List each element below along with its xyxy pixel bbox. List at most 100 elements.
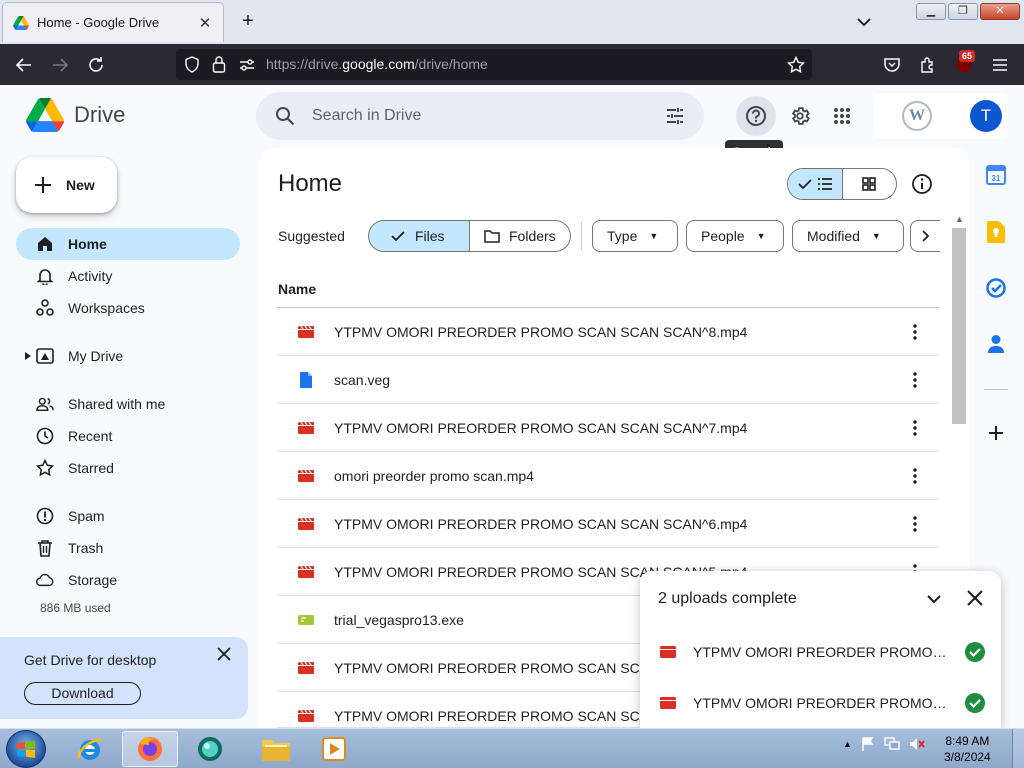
sidebar-item-trash[interactable]: Trash bbox=[16, 532, 240, 564]
search-options-icon[interactable] bbox=[665, 106, 685, 126]
url-domain: google.com bbox=[342, 56, 415, 72]
modified-filter-chip[interactable]: Modified ▼ bbox=[792, 220, 904, 252]
calendar-app-icon[interactable]: 31 bbox=[984, 163, 1008, 187]
file-name[interactable]: YTPMV OMORI PREORDER PROMO SCAN SCAN SCA… bbox=[334, 516, 747, 532]
more-options-icon[interactable] bbox=[913, 468, 917, 484]
menu-hamburger-icon[interactable] bbox=[989, 54, 1011, 76]
site-permissions-icon[interactable] bbox=[239, 57, 255, 73]
close-window-button[interactable]: ✕ bbox=[980, 3, 1020, 20]
taskbar-clock[interactable]: 8:49 AM 3/8/2024 bbox=[944, 733, 991, 765]
table-row[interactable]: YTPMV OMORI PREORDER PROMO SCAN SCAN SCA… bbox=[277, 308, 939, 356]
extensions-puzzle-icon[interactable] bbox=[917, 54, 939, 76]
back-arrow-icon[interactable] bbox=[13, 54, 35, 76]
volume-muted-icon[interactable] bbox=[909, 737, 925, 751]
sidebar-item-storage[interactable]: Storage bbox=[16, 564, 240, 596]
tracking-protection-shield-icon[interactable] bbox=[184, 56, 200, 73]
forward-arrow-icon[interactable] bbox=[49, 54, 71, 76]
upload-file-name: YTPMV OMORI PREORDER PROMO SC... bbox=[693, 644, 947, 660]
more-options-icon[interactable] bbox=[913, 324, 917, 340]
view-toggle[interactable] bbox=[787, 168, 897, 200]
info-icon[interactable] bbox=[910, 172, 934, 196]
grid-view-button[interactable] bbox=[843, 169, 897, 199]
pocket-icon[interactable] bbox=[881, 54, 903, 76]
files-filter-chip[interactable]: Files bbox=[368, 220, 470, 252]
search-icon[interactable] bbox=[275, 106, 295, 126]
maximize-button[interactable]: ❐ bbox=[948, 3, 978, 20]
file-name[interactable]: omori preorder promo scan.mp4 bbox=[334, 468, 534, 484]
taskbar-internet-explorer[interactable] bbox=[62, 731, 118, 767]
taskbar-app[interactable] bbox=[182, 731, 238, 767]
contacts-app-icon[interactable] bbox=[984, 332, 1008, 356]
search-input[interactable] bbox=[312, 104, 642, 128]
lock-icon[interactable] bbox=[212, 55, 226, 73]
bookmark-star-icon[interactable] bbox=[787, 56, 805, 74]
taskbar-media-player[interactable] bbox=[306, 731, 362, 767]
browser-tab[interactable]: Home - Google Drive ✕ bbox=[2, 2, 224, 42]
table-row[interactable]: omori preorder promo scan.mp4 bbox=[277, 452, 939, 500]
type-filter-chip[interactable]: Type ▼ bbox=[592, 220, 678, 252]
scrollbar-thumb[interactable] bbox=[952, 228, 966, 424]
close-icon[interactable] bbox=[217, 647, 231, 661]
sidebar-item-label: Home bbox=[68, 236, 107, 252]
tasks-app-icon[interactable] bbox=[984, 276, 1008, 300]
action-center-flag-icon[interactable] bbox=[861, 737, 875, 751]
file-name[interactable]: scan.veg bbox=[334, 372, 390, 388]
table-row[interactable]: scan.veg bbox=[277, 356, 939, 404]
new-button[interactable]: New bbox=[16, 157, 117, 213]
more-options-icon[interactable] bbox=[913, 420, 917, 436]
keep-app-icon[interactable] bbox=[984, 220, 1008, 244]
chevron-down-icon[interactable] bbox=[926, 591, 942, 607]
tab-close-button[interactable]: ✕ bbox=[197, 14, 213, 32]
storage-used-text: 886 MB used bbox=[40, 601, 111, 615]
start-button[interactable] bbox=[6, 730, 46, 768]
support-button[interactable] bbox=[736, 96, 776, 136]
list-all-tabs-icon[interactable] bbox=[854, 12, 874, 32]
sidebar-item-label: Starred bbox=[68, 460, 114, 476]
new-tab-button[interactable]: + bbox=[236, 10, 260, 34]
drive-logo[interactable]: Drive bbox=[26, 98, 125, 132]
more-options-icon[interactable] bbox=[913, 516, 917, 532]
apps-grid-icon bbox=[834, 108, 850, 124]
google-apps-button[interactable] bbox=[822, 96, 862, 136]
upload-item[interactable]: YTPMV OMORI PREORDER PROMO SC... bbox=[640, 679, 1001, 727]
search-bar[interactable] bbox=[256, 92, 704, 140]
download-button[interactable]: Download bbox=[24, 682, 141, 705]
folders-filter-chip[interactable]: Folders bbox=[470, 220, 571, 252]
avatar[interactable]: T bbox=[970, 100, 1002, 132]
show-hidden-icons-icon[interactable]: ▲ bbox=[843, 739, 852, 749]
table-row[interactable]: YTPMV OMORI PREORDER PROMO SCAN SCAN SCA… bbox=[277, 500, 939, 548]
sidebar-item-shared-with-me[interactable]: Shared with me bbox=[16, 388, 240, 420]
account-area: W T bbox=[874, 93, 1008, 139]
sidebar-item-label: Storage bbox=[68, 572, 118, 588]
file-name[interactable]: trial_vegaspro13.exe bbox=[334, 612, 464, 628]
sidebar-item-home[interactable]: Home bbox=[16, 228, 240, 260]
settings-button[interactable] bbox=[780, 96, 820, 136]
list-view-button[interactable] bbox=[788, 169, 843, 199]
sidebar-item-activity[interactable]: Activity bbox=[16, 260, 240, 292]
url-text[interactable]: https://drive.google.com/drive/home bbox=[266, 56, 488, 72]
scroll-up-arrow[interactable]: ▲ bbox=[955, 214, 964, 224]
get-addons-button[interactable] bbox=[984, 421, 1008, 445]
sidebar-item-recent[interactable]: Recent bbox=[16, 420, 240, 452]
network-icon[interactable] bbox=[884, 737, 900, 751]
show-desktop-button[interactable] bbox=[1012, 729, 1024, 768]
close-icon[interactable] bbox=[966, 589, 984, 607]
table-row[interactable]: YTPMV OMORI PREORDER PROMO SCAN SCAN SCA… bbox=[277, 404, 939, 452]
file-name[interactable]: YTPMV OMORI PREORDER PROMO SCAN SCAN SCA… bbox=[334, 324, 747, 340]
people-filter-chip[interactable]: People ▼ bbox=[686, 220, 784, 252]
upload-item[interactable]: YTPMV OMORI PREORDER PROMO SC... bbox=[640, 628, 1001, 676]
taskbar-firefox[interactable] bbox=[122, 731, 178, 767]
file-name[interactable]: YTPMV OMORI PREORDER PROMO SCAN SCAN SCA… bbox=[334, 420, 747, 436]
sidebar-item-spam[interactable]: Spam bbox=[16, 500, 240, 532]
taskbar-file-explorer[interactable] bbox=[248, 731, 304, 767]
name-column-header[interactable]: Name bbox=[278, 281, 316, 297]
reload-icon[interactable] bbox=[85, 54, 107, 76]
more-filters-scroll-button[interactable] bbox=[910, 220, 940, 252]
minimize-button[interactable]: ▁ bbox=[916, 3, 946, 20]
wordpress-logo[interactable]: W bbox=[902, 101, 932, 131]
address-bar[interactable]: https://drive.google.com/drive/home bbox=[176, 49, 812, 80]
sidebar-item-starred[interactable]: Starred bbox=[16, 452, 240, 484]
sidebar-item-workspaces[interactable]: Workspaces bbox=[16, 292, 240, 324]
sidebar-item-my-drive[interactable]: My Drive bbox=[16, 340, 240, 372]
more-options-icon[interactable] bbox=[913, 372, 917, 388]
